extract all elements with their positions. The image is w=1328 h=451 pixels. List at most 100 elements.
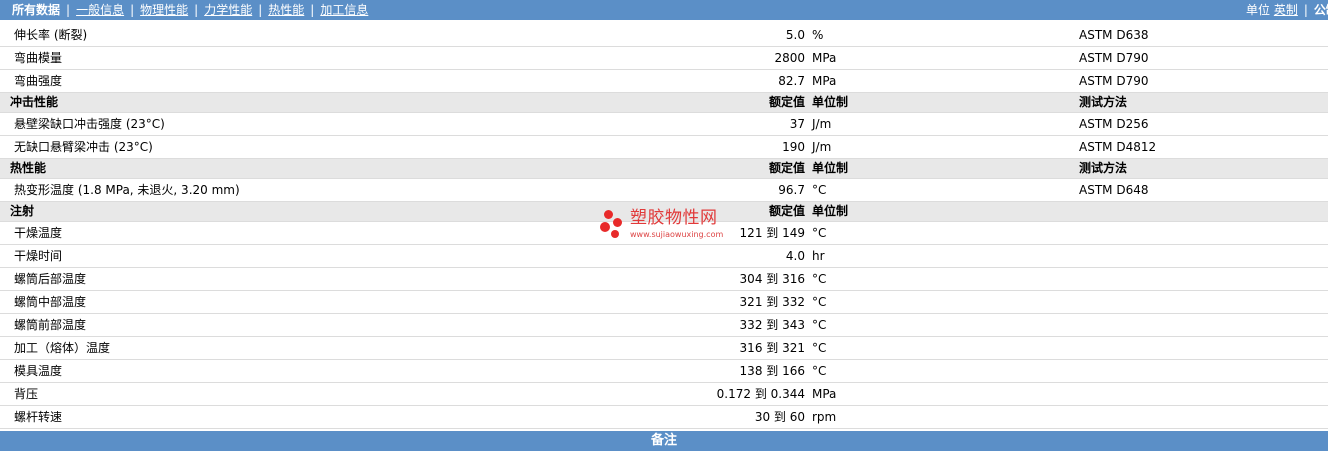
column-header-unit: 单位制: [812, 161, 849, 175]
test-method: ASTM D648: [1079, 183, 1149, 197]
property-unit: rpm: [812, 410, 837, 424]
property-name: 螺杆转速: [14, 410, 63, 424]
tab-all-data[interactable]: 所有数据: [12, 3, 60, 17]
property-value: 0.172 到 0.344: [716, 387, 805, 401]
property-unit: °C: [812, 226, 827, 240]
tab-separator: |: [130, 3, 135, 17]
section-title: 冲击性能: [10, 95, 59, 109]
unit-separator: |: [1303, 3, 1308, 17]
property-unit: °C: [812, 272, 827, 286]
column-header-method: 测试方法: [1079, 95, 1128, 109]
property-name: 无缺口悬臂梁冲击 (23°C): [14, 140, 153, 154]
column-header-value: 额定值: [768, 95, 805, 109]
property-unit: J/m: [812, 140, 832, 154]
property-row: 悬壁梁缺口冲击强度 (23°C) 37 J/m ASTM D256: [0, 113, 1328, 136]
watermark-dot-icon: [611, 230, 619, 238]
property-name: 弯曲强度: [14, 74, 63, 88]
property-value: 37: [789, 117, 805, 131]
property-row: 伸长率 (断裂) 5.0% ASTM D638: [0, 24, 1328, 47]
property-name: 伸长率 (断裂): [14, 28, 88, 42]
test-method: ASTM D256: [1079, 117, 1149, 131]
unit-option-imperial[interactable]: 英制: [1274, 3, 1298, 17]
property-value: 30 到 60: [754, 410, 805, 424]
property-value: 332 到 343: [739, 318, 805, 332]
watermark-url: www.sujiaowuxing.com: [630, 230, 724, 239]
property-row: 螺筒前部温度 332 到 343 °C: [0, 314, 1328, 337]
property-row: 螺筒中部温度 321 到 332 °C: [0, 291, 1328, 314]
property-value: 190: [782, 140, 805, 154]
property-unit: °C: [812, 183, 827, 197]
property-value: 2800: [774, 51, 805, 65]
section-header-row: 冲击性能 额定值 单位制 测试方法: [0, 93, 1328, 113]
watermark-dot-icon: [613, 218, 622, 227]
property-value: 316 到 321: [739, 341, 805, 355]
tab-general-info[interactable]: 一般信息: [76, 3, 124, 17]
watermark-title: 塑胶物性网: [630, 208, 718, 228]
top-nav-bar: 所有数据 | 一般信息 | 物理性能 | 力学性能 | 热性能 | 加工信息 单位 英制 | 公制: [0, 0, 1328, 20]
property-row: 弯曲模量 2800 MPa ASTM D790: [0, 47, 1328, 70]
column-header-unit: 单位制: [812, 204, 849, 218]
property-value: 121 到 149: [739, 226, 805, 240]
property-row: 模具温度 138 到 166 °C: [0, 360, 1328, 383]
tab-separator: |: [66, 3, 71, 17]
property-name: 弯曲模量: [14, 51, 63, 65]
property-unit: hr: [812, 249, 825, 263]
test-method: ASTM D638: [1079, 28, 1149, 42]
property-row: 弯曲强度 82.7 MPa ASTM D790: [0, 70, 1328, 93]
units-label: 单位: [1246, 3, 1271, 17]
watermark-dot-icon: [604, 210, 613, 219]
test-method: ASTM D4812: [1079, 140, 1157, 154]
property-value: 5.0: [785, 28, 805, 42]
property-unit: °C: [812, 341, 827, 355]
tab-separator: |: [258, 3, 263, 17]
property-unit: °C: [812, 318, 827, 332]
property-value: 82.7: [778, 74, 805, 88]
property-value: 304 到 316: [739, 272, 805, 286]
property-name: 螺筒前部温度: [14, 318, 87, 332]
property-row: 螺筒后部温度 304 到 316 °C: [0, 268, 1328, 291]
column-header-value: 额定值: [768, 204, 805, 218]
property-name: 模具温度: [14, 364, 63, 378]
property-value: 96.7: [778, 183, 805, 197]
property-value: 321 到 332: [739, 295, 805, 309]
property-unit: MPa: [812, 74, 837, 88]
property-name: 干燥时间: [14, 249, 63, 263]
unit-switcher: 单位 英制 | 公制: [1246, 0, 1328, 20]
property-unit: J/m: [812, 117, 832, 131]
tab-processing[interactable]: 加工信息: [320, 3, 368, 17]
tab-mechanical[interactable]: 力学性能: [204, 3, 252, 17]
tab-thermal[interactable]: 热性能: [268, 3, 304, 17]
column-header-value: 额定值: [768, 161, 805, 175]
section-title: 注射: [10, 204, 35, 218]
property-row: 干燥时间 4.0 hr: [0, 245, 1328, 268]
test-method: ASTM D790: [1079, 51, 1149, 65]
property-row: 热变形温度 (1.8 MPa, 未退火, 3.20 mm) 96.7 °C ASTM …: [0, 179, 1328, 202]
property-value: 4.0: [785, 249, 805, 263]
property-unit: °C: [812, 295, 827, 309]
property-row: 背压 0.172 到 0.344 MPa: [0, 383, 1328, 406]
property-name: 热变形温度 (1.8 MPa, 未退火, 3.20 mm): [14, 183, 240, 197]
test-method: ASTM D790: [1079, 74, 1149, 88]
tab-physical[interactable]: 物理性能: [140, 3, 188, 17]
property-unit: %: [812, 28, 824, 42]
property-name: 背压: [14, 387, 39, 401]
property-row: 螺杆转速 30 到 60 rpm: [0, 406, 1328, 429]
property-unit: °C: [812, 364, 827, 378]
property-value: 138 到 166: [739, 364, 805, 378]
property-unit: MPa: [812, 387, 837, 401]
section-header-row: 热性能 额定值 单位制 测试方法: [0, 159, 1328, 179]
property-name: 螺筒中部温度: [14, 295, 87, 309]
tab-separator: |: [194, 3, 199, 17]
watermark-dot-icon: [600, 222, 610, 232]
notes-label: 备注: [650, 433, 677, 448]
property-row: 加工（熔体）温度 316 到 321 °C: [0, 337, 1328, 360]
notes-footer-bar: 备注: [0, 431, 1328, 451]
column-header-method: 测试方法: [1079, 161, 1128, 175]
column-header-unit: 单位制: [812, 95, 849, 109]
unit-option-metric[interactable]: 公制: [1314, 3, 1328, 17]
tab-list: 所有数据 | 一般信息 | 物理性能 | 力学性能 | 热性能 | 加工信息: [12, 0, 368, 20]
property-name: 螺筒后部温度: [14, 272, 87, 286]
property-name: 悬壁梁缺口冲击强度 (23°C): [14, 117, 165, 131]
tab-separator: |: [310, 3, 315, 17]
property-row: 无缺口悬臂梁冲击 (23°C) 190 J/m ASTM D4812: [0, 136, 1328, 159]
